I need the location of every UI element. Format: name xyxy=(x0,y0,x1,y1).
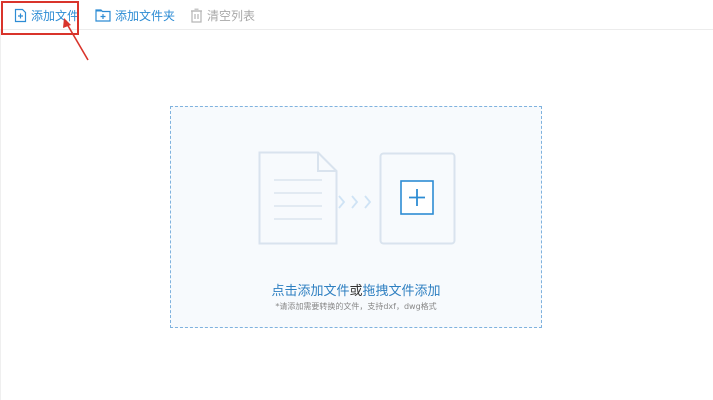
toolbar: 添加文件 添加文件夹 清空列表 xyxy=(0,0,713,30)
trash-icon xyxy=(190,8,207,23)
drag-add-link[interactable]: 拖拽文件添加 xyxy=(363,284,441,299)
or-text: 或 xyxy=(349,284,363,299)
add-folder-label: 添加文件夹 xyxy=(115,8,176,23)
document-icon xyxy=(258,151,338,245)
clear-list-button[interactable]: 清空列表 xyxy=(190,5,255,25)
file-plus-icon xyxy=(14,8,31,23)
click-add-link[interactable]: 点击添加文件 xyxy=(271,284,349,299)
add-folder-button[interactable]: 添加文件夹 xyxy=(95,5,175,25)
clear-list-label: 清空列表 xyxy=(207,8,256,23)
drop-caption: 点击添加文件或拖拽文件添加 xyxy=(171,280,541,299)
add-file-label: 添加文件 xyxy=(31,8,80,23)
drop-zone[interactable]: 点击添加文件或拖拽文件添加 *请添加需要转换的文件，支持dxf，dwg格式 xyxy=(170,106,542,328)
add-file-button[interactable]: 添加文件 xyxy=(14,5,79,25)
chevrons-right-icon xyxy=(338,195,372,209)
folder-plus-icon xyxy=(95,8,115,22)
divider xyxy=(0,30,1,400)
plus-box-icon xyxy=(379,152,456,245)
format-hint: *请添加需要转换的文件，支持dxf，dwg格式 xyxy=(275,302,437,311)
